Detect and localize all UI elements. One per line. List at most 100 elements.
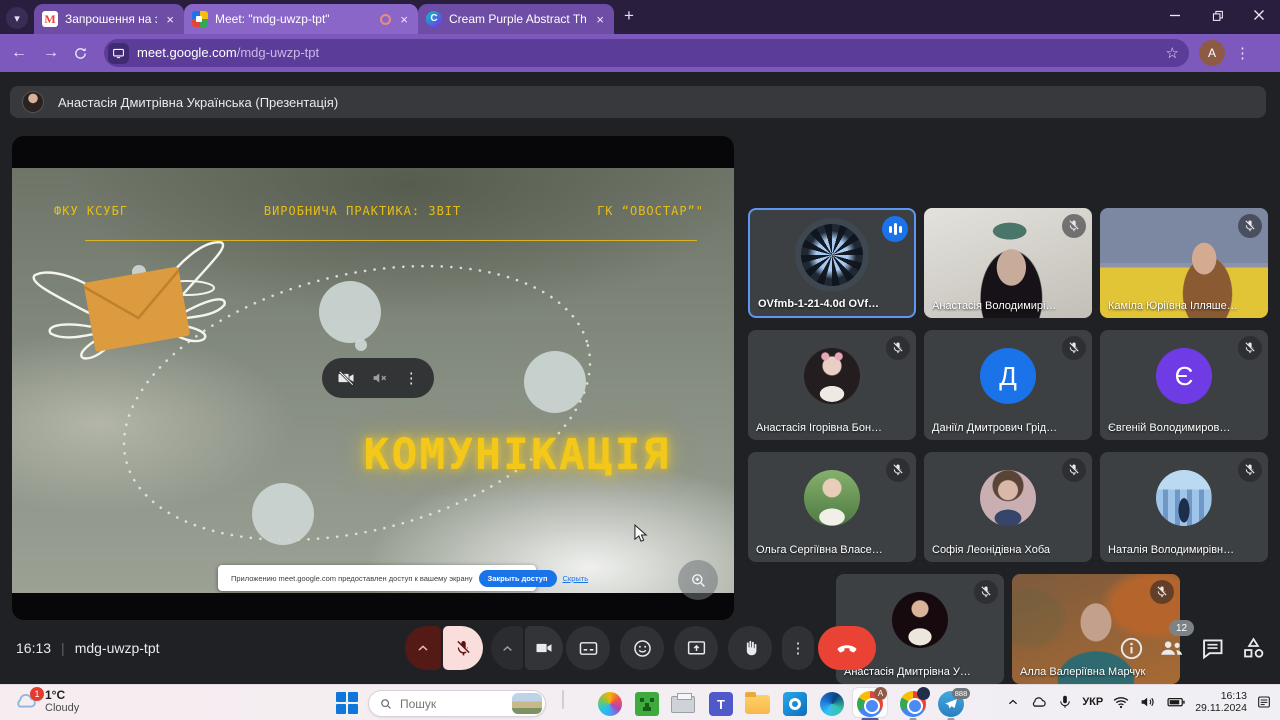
participant-name: Алла Валеріївна Марчук xyxy=(1020,666,1145,678)
start-button[interactable] xyxy=(336,692,358,714)
tab-gmail[interactable]: M Запрошення на зустріч: Алла × xyxy=(34,4,184,34)
participant-tile[interactable]: Наталія Володимирівн… xyxy=(1100,452,1268,562)
volume-icon[interactable] xyxy=(1139,693,1157,711)
presentation-stage[interactable]: ФКУ КСУБГ ВИРОБНИЧА ПРАКТИКА: ЗВІТ ГК “О… xyxy=(12,136,734,620)
end-call-button[interactable] xyxy=(818,626,876,670)
meeting-code: mdg-uwzp-tpt xyxy=(75,640,160,656)
raise-hand-button[interactable] xyxy=(728,626,772,670)
teams-icon[interactable]: T xyxy=(708,691,734,717)
tab-close-icon[interactable]: × xyxy=(164,13,176,26)
participant-tile[interactable]: Анастасія Володимирі… xyxy=(924,208,1092,318)
tray-clock[interactable]: 16:13 29.11.2024 xyxy=(1195,690,1247,714)
tab-meet-active[interactable]: Meet: "mdg-uwzp-tpt" × xyxy=(184,4,418,34)
zoom-button[interactable] xyxy=(678,560,718,600)
camera-options-chevron[interactable] xyxy=(491,626,523,670)
participant-count-badge: 12 xyxy=(1169,620,1194,636)
presenter-name: Анастасія Дмитрівна Українська (Презента… xyxy=(58,95,338,110)
participant-tile[interactable]: Ольга Сергіївна Власе… xyxy=(748,452,916,562)
participant-tile[interactable]: Є Євгеній Володимиров… xyxy=(1100,330,1268,440)
presentation-slide: ФКУ КСУБГ ВИРОБНИЧА ПРАКТИКА: ЗВІТ ГК “О… xyxy=(12,168,734,593)
search-daily-image[interactable] xyxy=(512,693,542,714)
tab-close-icon[interactable]: × xyxy=(398,13,410,26)
reactions-button[interactable] xyxy=(620,626,664,670)
camera-toggle-button[interactable] xyxy=(525,626,563,670)
tab-search-button[interactable]: ▾ xyxy=(6,7,28,29)
recording-indicator-icon xyxy=(380,14,391,25)
window-controls xyxy=(1154,0,1280,30)
participant-tile[interactable]: Алла Валеріївна Марчук xyxy=(1012,574,1180,684)
avatar xyxy=(804,348,860,404)
avatar xyxy=(892,592,948,648)
notification-center-icon[interactable] xyxy=(1256,694,1272,710)
reload-icon[interactable] xyxy=(72,45,94,62)
call-time: 16:13 xyxy=(16,640,51,656)
participant-tile[interactable]: Софія Леонідівна Хоба xyxy=(924,452,1092,562)
window-close-button[interactable] xyxy=(1238,0,1280,30)
meeting-details-button[interactable] xyxy=(1118,635,1145,662)
mic-control-group xyxy=(405,626,483,670)
edge-icon[interactable] xyxy=(819,691,845,717)
window-restore-button[interactable] xyxy=(1196,0,1238,30)
telegram-icon[interactable]: 888 xyxy=(938,691,964,717)
back-icon[interactable]: ← xyxy=(8,44,30,62)
activities-button[interactable] xyxy=(1240,635,1267,662)
browser-menu-icon[interactable]: ⋮ xyxy=(1235,44,1250,62)
participant-name: Євгеній Володимиров… xyxy=(1108,422,1230,434)
tab-close-icon[interactable]: × xyxy=(594,13,606,26)
file-explorer-icon[interactable] xyxy=(745,691,771,717)
more-options-icon[interactable]: ⋮ xyxy=(404,369,419,387)
onedrive-icon[interactable] xyxy=(1029,693,1048,712)
chrome-active-icon[interactable]: A xyxy=(857,691,883,717)
browser-profile-avatar[interactable]: A xyxy=(1199,40,1225,66)
outlook-icon[interactable] xyxy=(782,691,808,717)
tab-title: Запрошення на зустріч: Алла xyxy=(65,12,157,26)
speaker-off-icon[interactable] xyxy=(371,369,389,387)
battery-icon[interactable] xyxy=(1166,692,1186,712)
avatar xyxy=(1156,470,1212,526)
taskbar-search[interactable] xyxy=(368,690,546,717)
presenter-banner: Анастасія Дмитрівна Українська (Презента… xyxy=(10,86,1266,118)
screen-share-indicator-icon[interactable] xyxy=(108,43,129,64)
wifi-icon[interactable] xyxy=(1112,693,1130,711)
weather-condition: Cloudy xyxy=(45,702,79,715)
participant-tile[interactable]: Анастасія Ігорівна Бон… xyxy=(748,330,916,440)
minecraft-icon[interactable] xyxy=(634,691,660,717)
divider: | xyxy=(61,640,65,656)
people-button[interactable] xyxy=(1158,635,1185,662)
chat-button[interactable] xyxy=(1199,635,1226,662)
forward-icon[interactable]: → xyxy=(40,44,62,62)
printer-icon[interactable] xyxy=(671,691,697,717)
tray-expand-chevron-icon[interactable] xyxy=(1006,695,1020,709)
bookmark-star-icon[interactable]: ☆ xyxy=(1166,44,1179,62)
system-tray: УКР 16:13 29.11.2024 xyxy=(1006,684,1272,720)
gmail-icon: M xyxy=(42,11,58,27)
present-screen-button[interactable] xyxy=(674,626,718,670)
stop-sharing-button[interactable]: Закрыть доступ xyxy=(479,570,557,587)
search-icon xyxy=(379,697,393,711)
tray-mic-icon[interactable] xyxy=(1057,694,1073,710)
hide-share-bar-link[interactable]: Скрыть xyxy=(563,574,589,583)
mic-off-icon xyxy=(1238,336,1262,360)
chrome-secondary-icon[interactable] xyxy=(900,691,926,717)
bw-app-icon[interactable] xyxy=(560,691,586,717)
new-tab-button[interactable]: + xyxy=(624,6,634,26)
copilot-icon[interactable] xyxy=(597,691,623,717)
tab-title: Meet: "mdg-uwzp-tpt" xyxy=(215,12,373,26)
participant-tile[interactable]: OVfmb-1-21-4.0d OVf… xyxy=(748,208,916,318)
captions-button[interactable] xyxy=(566,626,610,670)
mic-off-icon xyxy=(1062,458,1086,482)
camera-off-icon[interactable] xyxy=(337,369,355,387)
language-indicator[interactable]: УКР xyxy=(1082,696,1103,708)
mic-options-chevron[interactable] xyxy=(405,626,441,670)
chrome-profile-badge xyxy=(917,687,930,700)
search-input[interactable] xyxy=(400,697,505,711)
participant-tile[interactable]: Д Даніїл Дмитрович Грід… xyxy=(924,330,1092,440)
mic-toggle-button[interactable] xyxy=(443,626,483,670)
tab-canva[interactable]: C Cream Purple Abstract Thesis D × xyxy=(418,4,614,34)
mic-off-icon xyxy=(886,336,910,360)
more-options-button[interactable]: ⋮ xyxy=(782,626,814,670)
weather-widget[interactable]: 1 1°C Cloudy xyxy=(12,688,79,715)
url-bar[interactable]: meet.google.com/mdg-uwzp-tpt ☆ xyxy=(104,39,1189,67)
participant-tile[interactable]: Каміла Юріївна Ілляше… xyxy=(1100,208,1268,318)
window-minimize-button[interactable] xyxy=(1154,0,1196,30)
